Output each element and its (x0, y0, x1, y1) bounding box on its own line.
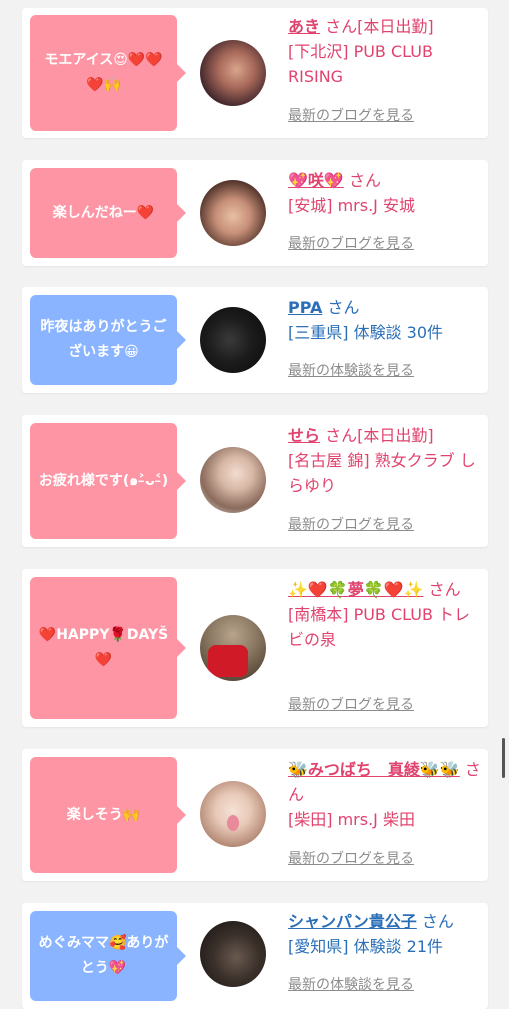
latest-blog-link[interactable]: 最新のブログを見る (288, 515, 414, 535)
profile-suffix: さん (327, 298, 360, 317)
profile-info: 💖咲💖 さん [安城] mrs.J 安城 (288, 168, 484, 218)
profile-detail: [三重県] 体験談 30件 (288, 323, 444, 342)
message-bubble: 楽しんだねー❤️ (30, 168, 186, 258)
latest-blog-link[interactable]: 最新のブログを見る (288, 106, 414, 126)
latest-blog-link[interactable]: 最新のブログを見る (288, 234, 414, 254)
message-bubble: 楽しそう🙌 (30, 757, 186, 873)
latest-experience-link[interactable]: 最新の体験談を見る (288, 975, 414, 995)
message-text: 楽しそう🙌 (66, 806, 141, 823)
latest-blog-link[interactable]: 最新のブログを見る (288, 849, 414, 869)
post-card: お疲れ様です(๑˃̵ᴗ˂̵) せら さん[本日出勤] [名古屋 錦] 熟女クラブ… (22, 415, 488, 547)
avatar[interactable] (200, 615, 266, 681)
post-card: めぐみママ🥰ありがとう💖 シャンパン貴公子 さん [愛知県] 体験談 21件 最… (22, 903, 488, 1009)
latest-blog-link[interactable]: 最新のブログを見る (288, 695, 414, 715)
post-card: モエアイス😍❤️❤️❤️🙌 あき さん[本日出勤] [下北沢] PUB CLUB… (22, 8, 488, 138)
message-text: 楽しんだねー❤️ (52, 204, 155, 221)
post-card: 昨夜はありがとうございます😀 PPA さん [三重県] 体験談 30件 最新の体… (22, 287, 488, 393)
latest-experience-link[interactable]: 最新の体験談を見る (288, 361, 414, 381)
profile-name-link[interactable]: PPA (288, 298, 322, 317)
profile-info: シャンパン貴公子 さん [愛知県] 体験談 21件 (288, 909, 484, 959)
avatar[interactable] (200, 921, 266, 987)
message-bubble: モエアイス😍❤️❤️❤️🙌 (30, 15, 186, 131)
profile-detail: [安城] mrs.J 安城 (288, 196, 415, 215)
scrollbar[interactable] (502, 738, 505, 778)
message-bubble: お疲れ様です(๑˃̵ᴗ˂̵) (30, 423, 186, 539)
profile-suffix: さん[本日出勤] (325, 426, 434, 445)
profile-suffix: さん (428, 580, 461, 599)
message-text: 昨夜はありがとうございます😀 (40, 319, 167, 360)
profile-detail: [南橋本] PUB CLUB トレビの泉 (288, 605, 471, 649)
message-bubble: めぐみママ🥰ありがとう💖 (30, 911, 186, 1001)
message-bubble: ❤️HAPPY🌹DAYŠ❤️ (30, 577, 186, 719)
profile-detail: [愛知県] 体験談 21件 (288, 937, 444, 956)
profile-name-link[interactable]: あき (288, 17, 320, 36)
profile-name-link[interactable]: 💖咲💖 (288, 171, 344, 190)
profile-name-link[interactable]: ✨❤️🍀夢🍀❤️✨ (288, 580, 424, 599)
avatar[interactable] (200, 447, 266, 513)
message-text: ❤️HAPPY🌹DAYŠ❤️ (38, 627, 169, 668)
profile-info: あき さん[本日出勤] [下北沢] PUB CLUB RISING (288, 14, 484, 89)
profile-name-link[interactable]: シャンパン貴公子 (288, 912, 417, 931)
message-text: お疲れ様です(๑˃̵ᴗ˂̵) (38, 472, 169, 489)
avatar[interactable] (200, 180, 266, 246)
avatar[interactable] (200, 781, 266, 847)
profile-info: せら さん[本日出勤] [名古屋 錦] 熟女クラブ しらゆり (288, 423, 484, 498)
profile-info: PPA さん [三重県] 体験談 30件 (288, 295, 484, 345)
post-card: 楽しそう🙌 🐝みつばち 真綾🐝🐝 さん [柴田] mrs.J 柴田 最新のブログ… (22, 749, 488, 881)
message-text: モエアイス😍❤️❤️❤️🙌 (44, 52, 163, 93)
profile-name-link[interactable]: 🐝みつばち 真綾🐝🐝 (288, 760, 460, 779)
profile-suffix: さん (348, 171, 381, 190)
profile-detail: [柴田] mrs.J 柴田 (288, 810, 415, 829)
profile-info: 🐝みつばち 真綾🐝🐝 さん [柴田] mrs.J 柴田 (288, 757, 484, 832)
message-text: めぐみママ🥰ありがとう💖 (38, 935, 169, 976)
message-bubble: 昨夜はありがとうございます😀 (30, 295, 186, 385)
profile-detail: [下北沢] PUB CLUB RISING (288, 42, 433, 86)
avatar-mouth (227, 815, 239, 831)
profile-name-link[interactable]: せら (288, 426, 320, 445)
avatar-mask (208, 645, 248, 677)
profile-suffix: さん[本日出勤] (325, 17, 434, 36)
profile-suffix: さん (421, 912, 454, 931)
profile-info: ✨❤️🍀夢🍀❤️✨ さん [南橋本] PUB CLUB トレビの泉 (288, 577, 484, 652)
profile-detail: [名古屋 錦] 熟女クラブ しらゆり (288, 451, 476, 495)
post-card: ❤️HAPPY🌹DAYŠ❤️ ✨❤️🍀夢🍀❤️✨ さん [南橋本] PUB CL… (22, 569, 488, 727)
avatar[interactable] (200, 40, 266, 106)
post-card: 楽しんだねー❤️ 💖咲💖 さん [安城] mrs.J 安城 最新のブログを見る (22, 160, 488, 266)
avatar[interactable] (200, 307, 266, 373)
